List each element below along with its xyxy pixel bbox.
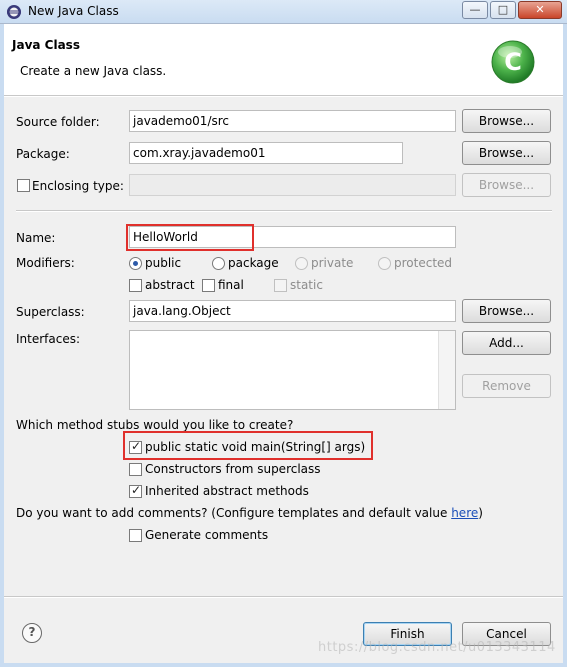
window-frame-right [563,24,567,667]
package-label: Package: [16,147,70,161]
generate-comments-label: Generate comments [145,528,269,542]
enclosing-type-browse-button[interactable]: Browse... [462,173,551,197]
svg-text:C: C [504,48,522,76]
enclosing-type-checkbox[interactable] [17,179,30,192]
comments-question-text: Do you want to add comments? (Configure … [16,506,448,520]
modifier-abstract-label: abstract [145,278,195,292]
modifier-final-label: final [218,278,244,292]
modifier-private-radio[interactable] [295,257,308,270]
help-icon[interactable]: ? [22,623,42,643]
modifier-private-label: private [311,256,354,270]
superclass-browse-button[interactable]: Browse... [462,299,551,323]
modifiers-label: Modifiers: [16,256,75,270]
stub-inherited-checkbox[interactable] [129,483,142,498]
package-browse-button[interactable]: Browse... [462,141,551,165]
add-interface-button[interactable]: Add... [462,331,551,355]
stub-inherited-label: Inherited abstract methods [145,484,309,498]
wizard-body: Source folder: javademo01/src Browse... … [4,97,563,663]
separator [16,210,552,212]
source-folder-field[interactable]: javademo01/src [129,110,456,132]
window-frame-bottom [0,663,567,667]
window-titlebar[interactable]: New Java Class — □ ✕ [0,0,567,24]
interfaces-list[interactable] [129,330,456,410]
modifier-abstract-checkbox[interactable] [129,279,142,292]
enclosing-type-field[interactable] [129,174,456,196]
watermark: https://blog.csdn.net/u013343114 [318,640,556,655]
modifier-public-radio[interactable] [129,257,142,270]
java-class-logo-icon: C [491,40,535,84]
modifier-static-label: static [290,278,323,292]
superclass-field[interactable]: java.lang.Object [129,300,456,322]
method-stubs-question: Which method stubs would you like to cre… [16,418,294,432]
modifier-protected-radio[interactable] [378,257,391,270]
generate-comments-checkbox[interactable] [129,529,142,542]
comments-question: Do you want to add comments? (Configure … [16,506,483,520]
wizard-title: Java Class [12,38,80,52]
eclipse-icon [7,5,21,19]
modifier-public-label: public [145,256,182,270]
wizard-banner: Java Class Create a new Java class. C [4,24,563,96]
window-title: New Java Class [28,4,119,18]
package-field[interactable]: com.xray.javademo01 [129,142,403,164]
interfaces-label: Interfaces: [16,332,81,346]
modifier-package-radio[interactable] [212,257,225,270]
stub-constructors-checkbox[interactable] [129,463,142,476]
comments-question-close: ) [478,506,483,520]
main-stub-highlight-box [123,431,373,460]
name-label: Name: [16,231,56,245]
modifier-package-label: package [228,256,279,270]
modifier-protected-label: protected [394,256,453,270]
stub-constructors-label: Constructors from superclass [145,462,321,476]
modifier-final-checkbox[interactable] [202,279,215,292]
source-folder-browse-button[interactable]: Browse... [462,109,551,133]
close-button[interactable]: ✕ [518,1,562,19]
remove-interface-button[interactable]: Remove [462,374,551,398]
modifier-static-checkbox[interactable] [274,279,287,292]
enclosing-type-label: Enclosing type: [32,179,124,193]
superclass-label: Superclass: [16,305,85,319]
source-folder-label: Source folder: [16,115,100,129]
minimize-button[interactable]: — [462,1,488,19]
interfaces-list-scrollbar[interactable] [438,331,455,409]
name-highlight-box [126,224,254,251]
footer-separator [4,596,563,598]
configure-templates-link[interactable]: here [451,506,478,520]
wizard-description: Create a new Java class. [20,64,167,78]
maximize-button[interactable]: □ [490,1,516,19]
